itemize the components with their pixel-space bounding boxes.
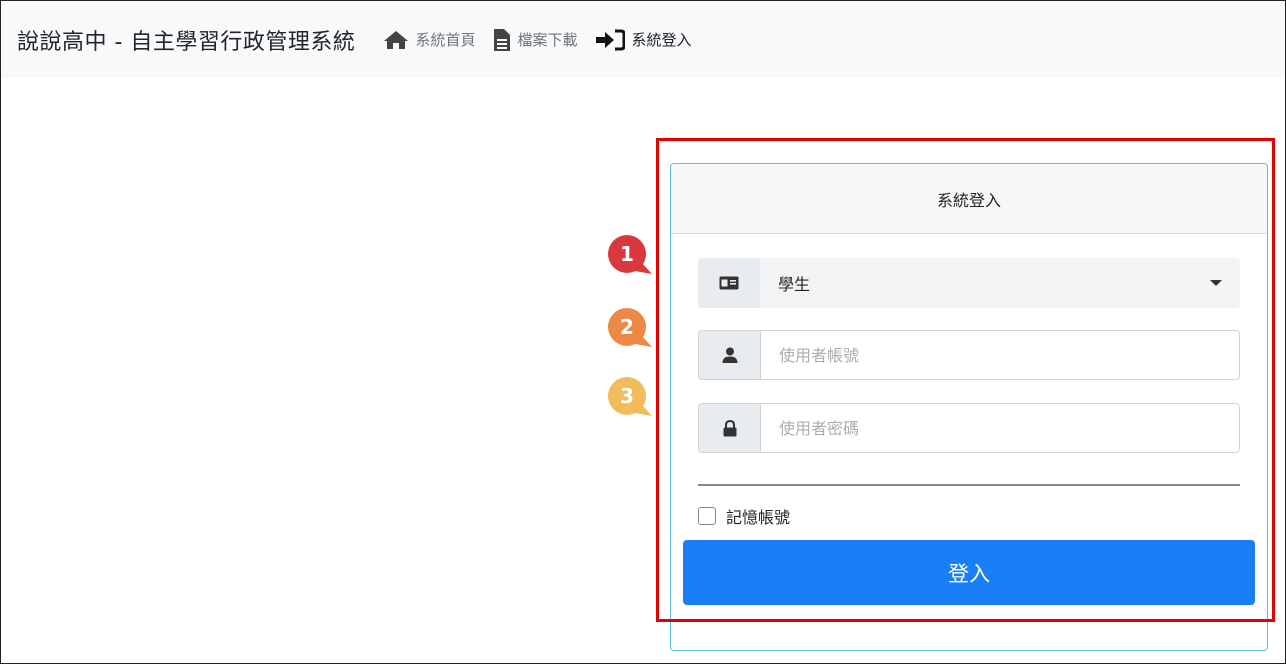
site-brand[interactable]: 說說高中 - 自主學習行政管理系統: [17, 24, 355, 56]
top-navbar: 說說高中 - 自主學習行政管理系統 系統首頁 檔案下載 系統登入: [0, 0, 1286, 78]
remember-label[interactable]: 記憶帳號: [726, 504, 790, 528]
remember-account: 記憶帳號: [698, 504, 790, 528]
step-badge-3: 3: [607, 376, 653, 422]
nav-download-link[interactable]: 檔案下載: [493, 28, 577, 52]
remember-checkbox[interactable]: [698, 507, 716, 525]
step-badge-1-number: 1: [620, 242, 634, 266]
nav-login-label: 系統登入: [631, 31, 692, 49]
role-select-box[interactable]: 學生: [760, 258, 1240, 308]
username-group: [698, 330, 1240, 380]
nav-home-label: 系統首頁: [415, 31, 476, 49]
home-icon: [383, 30, 409, 50]
login-title: 系統登入: [936, 190, 1001, 210]
password-input[interactable]: [760, 403, 1240, 453]
step-badge-1: 1: [607, 234, 653, 280]
nav-login-link[interactable]: 系統登入: [595, 29, 691, 51]
nav-download-label: 檔案下載: [517, 31, 578, 49]
form-divider: [698, 484, 1240, 486]
role-select-value: 學生: [778, 275, 811, 294]
step-badge-3-number: 3: [620, 384, 634, 408]
username-input[interactable]: [760, 330, 1240, 380]
login-card: 系統登入 學生 記憶帳號 登入: [670, 163, 1268, 651]
nav-home-link[interactable]: 系統首頁: [383, 29, 475, 50]
step-badge-2: 2: [607, 307, 653, 353]
login-card-header: 系統登入: [671, 164, 1267, 234]
sign-in-icon: [595, 29, 626, 51]
file-icon: [493, 28, 511, 52]
user-icon: [698, 330, 760, 380]
password-group: [698, 403, 1240, 453]
id-card-icon: [698, 258, 760, 308]
login-button[interactable]: 登入: [683, 540, 1255, 605]
step-badge-2-number: 2: [620, 315, 634, 339]
lock-icon: [698, 403, 760, 453]
chevron-down-icon: [1210, 280, 1222, 286]
role-select[interactable]: 學生: [698, 258, 1240, 308]
